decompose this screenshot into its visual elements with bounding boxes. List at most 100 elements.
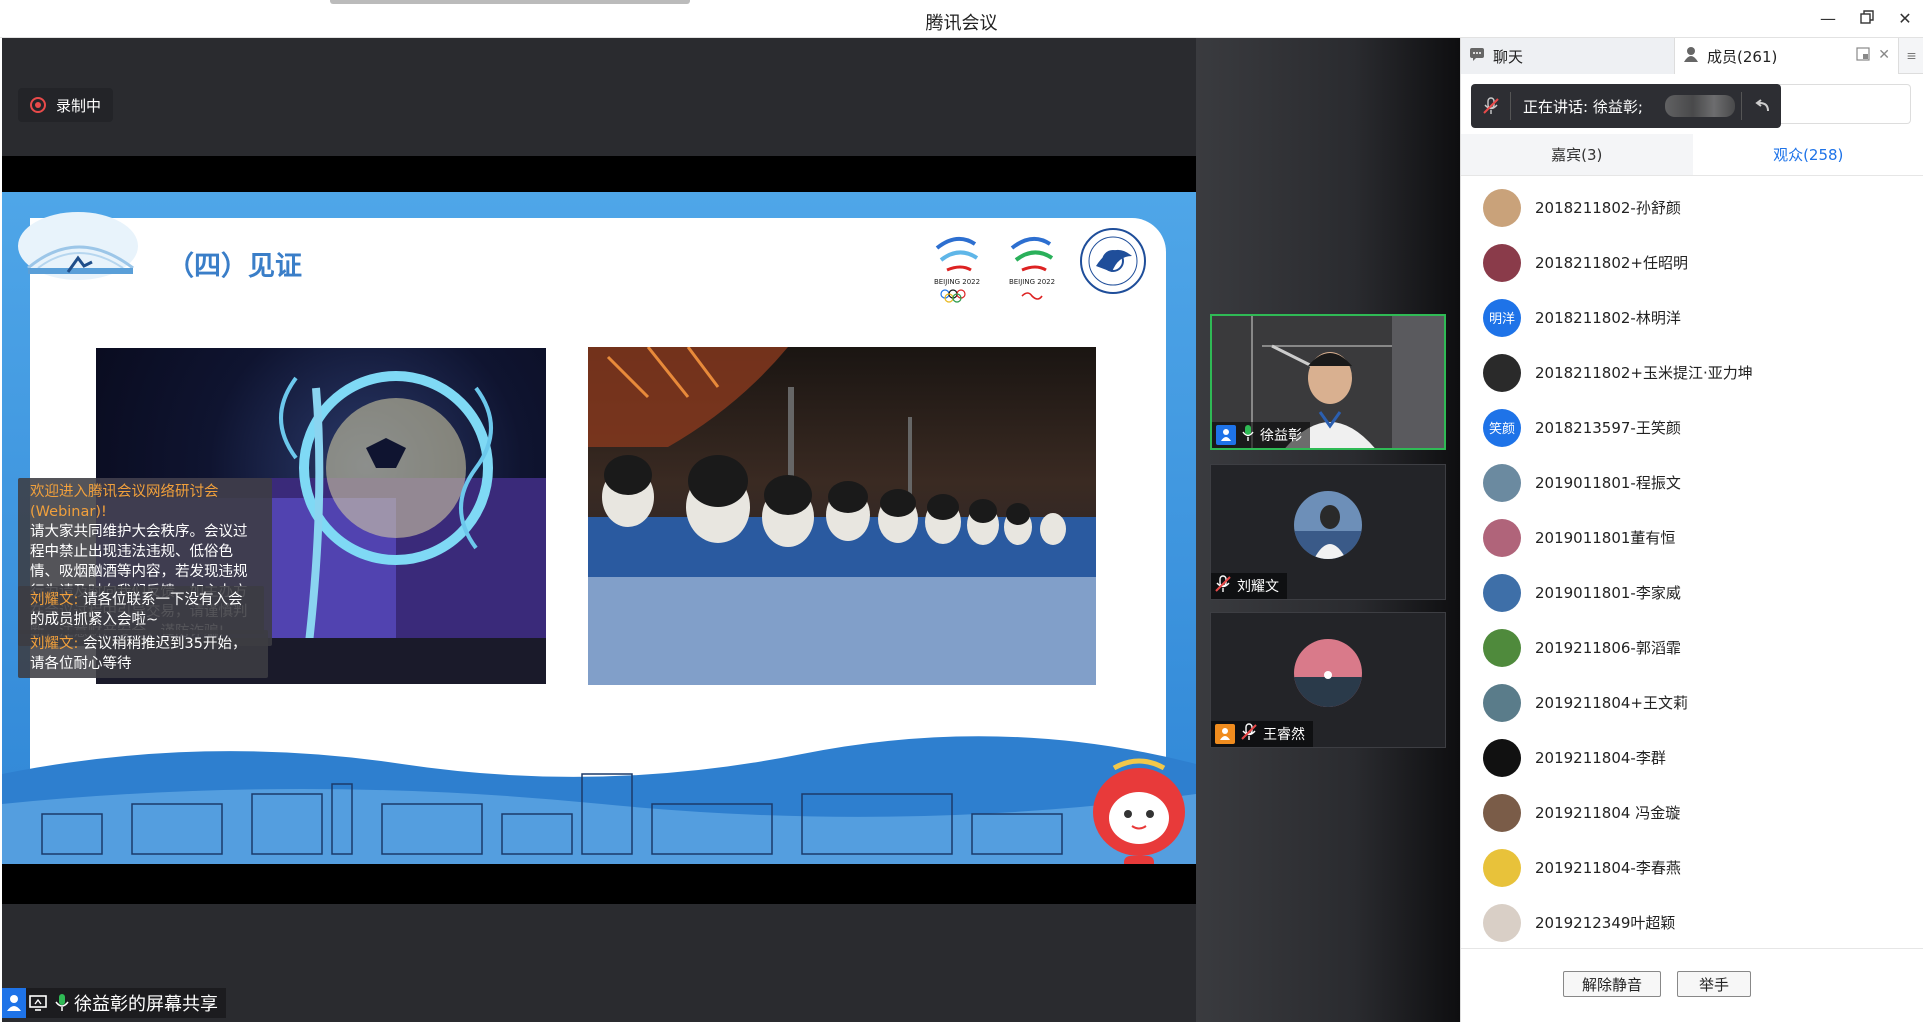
campus-skyline-wave	[2, 736, 1196, 864]
member-name: 2019011801-李家威	[1535, 584, 1681, 602]
list-item[interactable]: 明洋 2018211802-林明洋	[1461, 290, 1923, 345]
tile-participant-name: 王睿然	[1263, 727, 1305, 743]
beijing-2022-paralympic-logo: BEIJING 2022	[1009, 236, 1055, 300]
slide-heading: （四）见证	[167, 251, 302, 282]
chat-bubble: 刘耀文: 会议稍稍推迟到35开始，请各位耐心等待	[18, 630, 268, 678]
title-bar: 腾讯会议 — ✕	[0, 0, 1923, 38]
stadium-illustration	[18, 212, 138, 280]
window-shadow	[330, 0, 690, 4]
close-panel-icon[interactable]: ✕	[1878, 47, 1890, 65]
avatar: 明洋	[1483, 298, 1521, 337]
list-item[interactable]: 2018211802+任昭明	[1461, 235, 1923, 290]
mic-muted-icon	[1241, 723, 1257, 745]
speaking-avatars	[1664, 95, 1735, 117]
member-name: 2019211806-郭滔霏	[1535, 639, 1681, 657]
restore-icon[interactable]	[1856, 8, 1878, 30]
member-name: 2018211802-林明洋	[1535, 309, 1681, 327]
close-icon[interactable]: ✕	[1894, 8, 1916, 30]
side-panel: 聊天 成员(261) ✕ 正在讲话: 徐益彰; 嘉宾(3) 观众(258) 20…	[1460, 38, 1923, 1022]
svg-text:BEIJING 2022: BEIJING 2022	[1009, 278, 1055, 286]
tab-chat[interactable]: 聊天	[1461, 38, 1675, 74]
screen-share-label: 徐益彰的屏幕共享	[2, 988, 226, 1018]
raise-hand-button[interactable]: 举手	[1677, 971, 1751, 997]
screen-share-owner: 徐益彰的屏幕共享	[74, 994, 218, 1015]
tab-guests[interactable]: 嘉宾(3)	[1461, 134, 1693, 175]
member-name: 2019211804-李群	[1535, 749, 1666, 767]
mic-muted-icon[interactable]	[1471, 92, 1511, 120]
tile-name-bar: 徐益彰	[1212, 422, 1310, 448]
chat-sender: 刘耀文:	[30, 592, 79, 608]
avatar	[1483, 848, 1521, 887]
mic-on-icon	[50, 988, 74, 1018]
member-search-input[interactable]	[1779, 84, 1911, 124]
video-tile-speaker[interactable]: 徐益彰	[1210, 314, 1446, 450]
member-name: 2018213597-王笑颜	[1535, 419, 1681, 437]
tab-audience[interactable]: 观众(258)	[1692, 134, 1923, 175]
mic-on-icon	[1242, 424, 1254, 446]
record-icon	[30, 97, 46, 113]
chat-bubble: 刘耀文: 请各位联系一下没有入会的成员抓紧入会啦~	[18, 586, 264, 634]
tab-members-label: 成员(261)	[1707, 47, 1778, 66]
chat-icon	[1469, 47, 1485, 65]
menu-icon[interactable]	[1899, 38, 1923, 74]
member-name: 2019211804+王文莉	[1535, 694, 1689, 712]
list-item[interactable]: 2019211806-郭滔霏	[1461, 620, 1923, 675]
list-item[interactable]: 2019212349叶超颖	[1461, 895, 1923, 950]
member-list: 2018211802-孙舒颜 2018211802+任昭明明洋 2018211802…	[1461, 180, 1923, 950]
avatar	[1483, 243, 1521, 282]
list-item[interactable]: 2019011801-程振文	[1461, 455, 1923, 510]
shuey-rhon-rhon-mascot	[1093, 758, 1185, 864]
list-item[interactable]: 2019211804+王文莉	[1461, 675, 1923, 730]
recording-indicator[interactable]: 录制中	[18, 88, 114, 122]
unmute-button[interactable]: 解除静音	[1563, 971, 1661, 997]
avatar	[1483, 353, 1521, 392]
list-item[interactable]: 2019211804 冯金璇	[1461, 785, 1923, 840]
popout-icon[interactable]	[1856, 47, 1870, 65]
avatar	[1483, 573, 1521, 612]
mic-muted-icon	[1215, 575, 1231, 597]
tile-participant-name: 徐益彰	[1260, 428, 1302, 444]
host-icon	[1215, 724, 1235, 744]
avatar	[1483, 628, 1521, 667]
tab-members[interactable]: 成员(261) ✕	[1675, 38, 1899, 74]
svg-text:BEIJING 2022: BEIJING 2022	[934, 278, 980, 286]
member-name: 2019211804 冯金璇	[1535, 804, 1681, 822]
tile-participant-name: 刘耀文	[1237, 579, 1279, 595]
video-tile[interactable]: 王睿然	[1210, 612, 1446, 748]
user-icon	[1216, 425, 1236, 445]
speaking-indicator: 正在讲话: 徐益彰;	[1471, 84, 1781, 128]
collapse-icon[interactable]	[1741, 92, 1781, 120]
tab-chat-label: 聊天	[1493, 47, 1524, 66]
screen-share-icon	[26, 988, 50, 1018]
beijing-2022-olympic-logo: BEIJING 2022	[934, 236, 980, 303]
avatar	[1483, 188, 1521, 227]
member-name: 2019212349叶超颖	[1535, 914, 1676, 932]
avatar	[1483, 463, 1521, 502]
member-name: 2018211802+玉米提江·亚力坤	[1535, 364, 1753, 382]
list-item[interactable]: 2018211802-孙舒颜	[1461, 180, 1923, 235]
list-item[interactable]: 2019211804-李春燕	[1461, 840, 1923, 895]
tile-name-bar: 王睿然	[1211, 721, 1313, 747]
recording-label: 录制中	[56, 96, 102, 115]
video-tile[interactable]: 刘耀文	[1210, 464, 1446, 600]
shared-screen-stage: 录制中 （四）见证 BEIJING 2022 BEIJING 2022 欢迎进入…	[2, 38, 1196, 1022]
minimize-icon[interactable]: —	[1817, 8, 1839, 30]
member-subtabs: 嘉宾(3) 观众(258)	[1461, 134, 1923, 176]
panel-tabs: 聊天 成员(261) ✕	[1461, 38, 1923, 74]
list-item[interactable]: 2019011801董有恒	[1461, 510, 1923, 565]
university-seal	[1080, 228, 1146, 294]
member-name: 2019211804-李春燕	[1535, 859, 1681, 877]
member-name: 2019011801董有恒	[1535, 529, 1676, 547]
tile-name-bar: 刘耀文	[1211, 573, 1287, 599]
list-item[interactable]: 2019211804-李群	[1461, 730, 1923, 785]
avatar: 笑颜	[1483, 408, 1521, 447]
chat-sender: 刘耀文:	[30, 636, 79, 652]
member-name: 2019011801-程振文	[1535, 474, 1681, 492]
members-icon	[1683, 46, 1699, 66]
list-item[interactable]: 2018211802+玉米提江·亚力坤	[1461, 345, 1923, 400]
avatar	[1483, 903, 1521, 942]
avatar	[1483, 738, 1521, 777]
speaking-text: 正在讲话: 徐益彰;	[1523, 97, 1643, 116]
list-item[interactable]: 2019011801-李家威	[1461, 565, 1923, 620]
list-item[interactable]: 笑颜 2018213597-王笑颜	[1461, 400, 1923, 455]
